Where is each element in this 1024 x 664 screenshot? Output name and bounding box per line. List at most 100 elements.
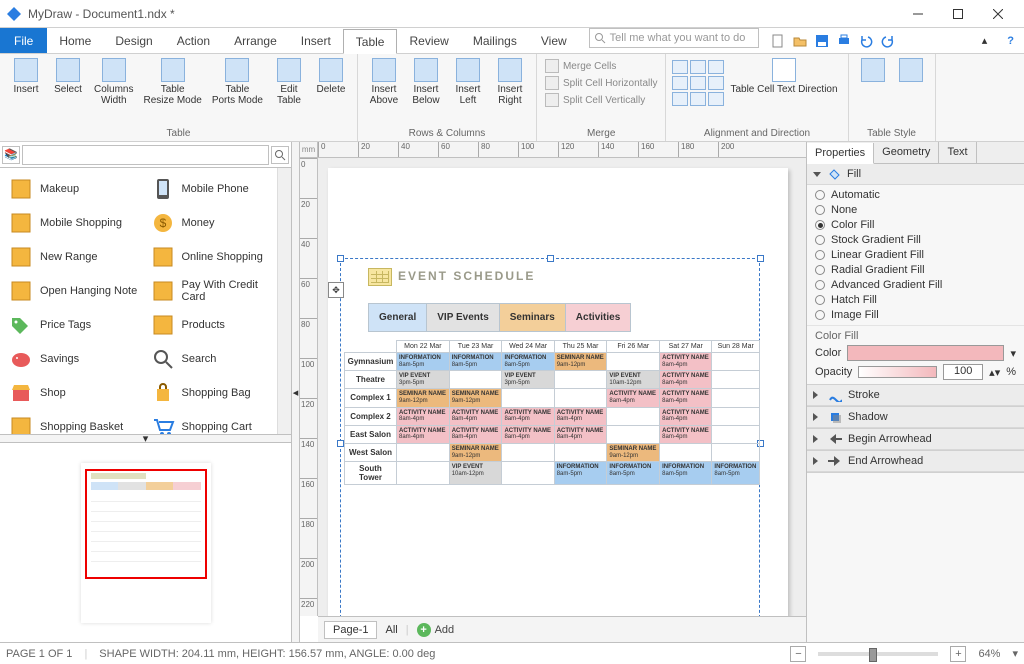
stencil-shop[interactable]: Shop (4, 376, 146, 410)
stencil-products[interactable]: Products (146, 308, 288, 342)
ribbon-insert-right[interactable]: InsertRight (490, 56, 530, 108)
stencil-library-icon[interactable]: 📚 (2, 146, 20, 164)
menu-tab-action[interactable]: Action (165, 28, 222, 53)
ribbon-split-cell-vertically[interactable]: Split Cell Vertically (543, 92, 659, 108)
stencil-savings[interactable]: Savings (4, 342, 146, 376)
right-tab-properties[interactable]: Properties (807, 143, 874, 164)
ribbon-table-resize-mode[interactable]: TableResize Mode (139, 56, 205, 108)
fill-option-radial-gradient-fill[interactable]: Radial Gradient Fill (815, 264, 1016, 276)
section-stroke[interactable]: Stroke (807, 385, 1024, 406)
redo-icon[interactable] (879, 32, 897, 50)
collapse-ribbon-icon[interactable]: ▴ (972, 28, 998, 53)
zoom-slider[interactable] (818, 652, 938, 656)
canvas[interactable]: ✥ EVENT SCHEDULE GeneralVIP EventsSemina… (318, 158, 806, 616)
stencil-mobile-phone[interactable]: Mobile Phone (146, 172, 288, 206)
ribbon-split-cell-horizontally[interactable]: Split Cell Horizontally (543, 75, 659, 91)
move-handle-icon[interactable]: ✥ (328, 282, 344, 298)
stencil-new-range[interactable]: New Range (4, 240, 146, 274)
menu-tab-insert[interactable]: Insert (289, 28, 343, 53)
min-button[interactable] (898, 1, 938, 27)
menu-tab-table[interactable]: Table (343, 29, 398, 54)
ribbon-delete[interactable]: Delete (311, 56, 351, 97)
ribbon-insert-below[interactable]: InsertBelow (406, 56, 446, 108)
ribbon-edit-table[interactable]: EditTable (269, 56, 309, 108)
help-icon[interactable]: ? (997, 28, 1024, 53)
fill-header[interactable]: Fill (807, 164, 1024, 185)
stencil-scrollbar[interactable] (277, 168, 291, 434)
ribbon-table-ports-mode[interactable]: TablePorts Mode (208, 56, 267, 108)
print-icon[interactable] (835, 32, 853, 50)
color-dropdown-icon[interactable]: ▾ (1010, 347, 1016, 360)
max-button[interactable] (938, 1, 978, 27)
stencil-search[interactable]: Search (146, 342, 288, 376)
fill-option-automatic[interactable]: Automatic (815, 189, 1016, 201)
section-end-arrowhead[interactable]: End Arrowhead (807, 451, 1024, 472)
fill-option-hatch-fill[interactable]: Hatch Fill (815, 294, 1016, 306)
ribbon-insert-above[interactable]: InsertAbove (364, 56, 404, 108)
stencil-makeup[interactable]: Makeup (4, 172, 146, 206)
menu-tab-mailings[interactable]: Mailings (461, 28, 529, 53)
selection-handle[interactable] (757, 255, 764, 262)
text-direction-button[interactable]: Table Cell Text Direction (726, 56, 841, 97)
zoom-in-icon[interactable]: + (950, 646, 966, 662)
fill-option-none[interactable]: None (815, 204, 1016, 216)
selection-handle[interactable] (337, 440, 344, 447)
table-style-button[interactable] (855, 56, 891, 86)
stencil-pay-with-credit-card[interactable]: Pay With Credit Card (146, 274, 288, 308)
stencil-search-button[interactable] (271, 146, 289, 164)
align-grid[interactable] (672, 56, 724, 106)
menu-tab-home[interactable]: Home (47, 28, 103, 53)
ribbon-merge-cells[interactable]: Merge Cells (543, 58, 659, 74)
add-page-button[interactable]: +Add (417, 623, 455, 637)
tell-me-search[interactable]: Tell me what you want to do (589, 28, 759, 48)
stencil-money[interactable]: $Money (146, 206, 288, 240)
menu-tab-design[interactable]: Design (103, 28, 164, 53)
page-thumbnail[interactable] (0, 442, 291, 642)
save-icon[interactable] (813, 32, 831, 50)
fill-option-image-fill[interactable]: Image Fill (815, 309, 1016, 321)
file-menu[interactable]: File (0, 28, 47, 53)
right-tab-geometry[interactable]: Geometry (874, 142, 939, 163)
fill-option-linear-gradient-fill[interactable]: Linear Gradient Fill (815, 249, 1016, 261)
open-icon[interactable] (791, 32, 809, 50)
new-doc-icon[interactable] (769, 32, 787, 50)
right-tab-text[interactable]: Text (939, 142, 976, 163)
splitter-left[interactable]: ◂ (292, 142, 300, 642)
opacity-slider[interactable] (858, 366, 937, 378)
ribbon-columns-width[interactable]: ColumnsWidth (90, 56, 137, 108)
opacity-value[interactable]: 100 (943, 364, 983, 380)
selection-handle[interactable] (337, 255, 344, 262)
section-begin-arrowhead[interactable]: Begin Arrowhead (807, 429, 1024, 450)
stencil-mobile-shopping[interactable]: Mobile Shopping (4, 206, 146, 240)
ribbon-select[interactable]: Select (48, 56, 88, 97)
undo-icon[interactable] (857, 32, 875, 50)
ribbon-insert-left[interactable]: InsertLeft (448, 56, 488, 108)
stencil-shopping-bag[interactable]: Shopping Bag (146, 376, 288, 410)
page-tab[interactable]: Page-1 (324, 621, 377, 639)
schedule-cell: VIP EVENT10am-12pm (449, 462, 502, 485)
page-all[interactable]: All (385, 624, 397, 636)
color-swatch[interactable] (847, 345, 1004, 361)
stencil-search-input[interactable] (22, 145, 269, 165)
menu-tab-arrange[interactable]: Arrange (222, 28, 289, 53)
stencil-shopping-cart[interactable]: Shopping Cart (146, 410, 288, 434)
row-header: West Salon (345, 443, 397, 461)
selection-handle[interactable] (547, 255, 554, 262)
zoom-out-icon[interactable]: − (790, 646, 806, 662)
ribbon-insert[interactable]: Insert (6, 56, 46, 97)
table-style-options-button[interactable] (893, 56, 929, 86)
menu-tab-view[interactable]: View (529, 28, 579, 53)
fill-option-color-fill[interactable]: Color Fill (815, 219, 1016, 231)
fill-option-stock-gradient-fill[interactable]: Stock Gradient Fill (815, 234, 1016, 246)
stencil-price-tags[interactable]: Price Tags (4, 308, 146, 342)
close-button[interactable] (978, 1, 1018, 27)
menu-tab-review[interactable]: Review (397, 28, 460, 53)
stencil-online-shopping[interactable]: Online Shopping (146, 240, 288, 274)
zoom-value[interactable]: 64% (978, 648, 1000, 660)
zoom-dropdown-icon[interactable]: ▾ (1012, 647, 1018, 660)
stencil-shopping-basket[interactable]: Shopping Basket (4, 410, 146, 434)
fill-option-advanced-gradient-fill[interactable]: Advanced Gradient Fill (815, 279, 1016, 291)
stencil-open-hanging-note[interactable]: Open Hanging Note (4, 274, 146, 308)
section-shadow[interactable]: Shadow (807, 407, 1024, 428)
stencil-expand-icon[interactable]: ▾ (0, 434, 291, 442)
